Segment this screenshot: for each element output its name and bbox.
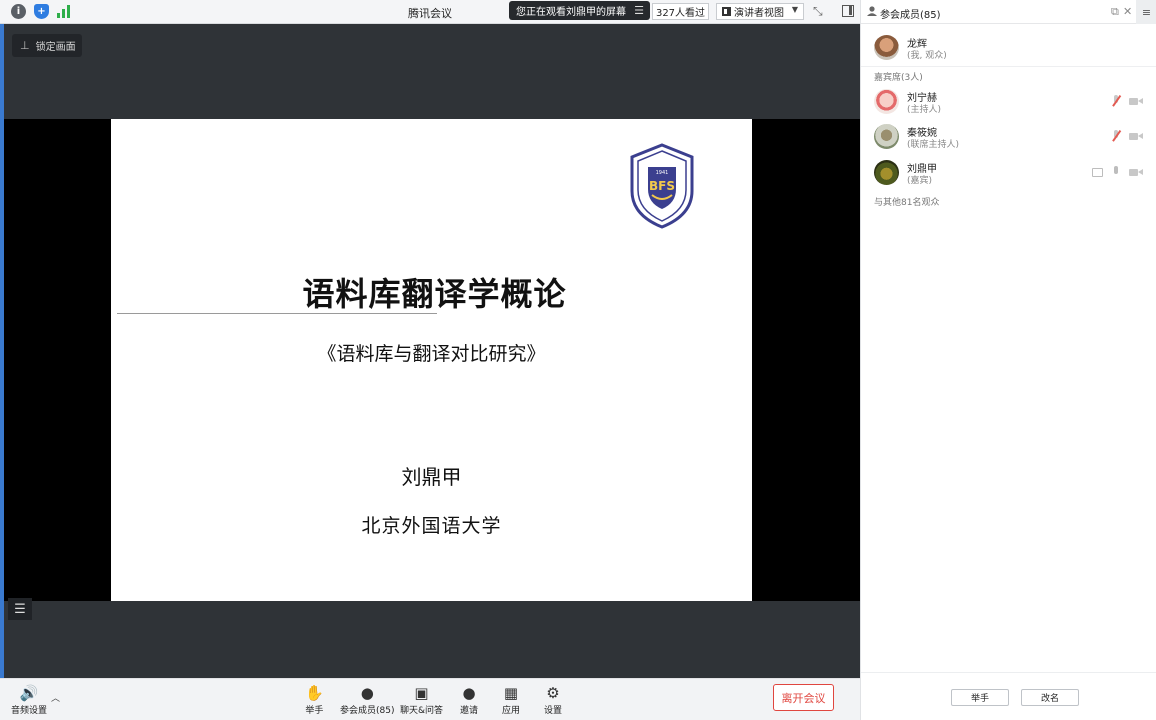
slide-organization: 北京外国语大学 (361, 515, 502, 537)
guest-section-label: 嘉宾席(3人) (874, 73, 923, 83)
members-panel-title: 参会成员(85) (880, 10, 941, 21)
lock-view-label: 锁定画面 (35, 42, 76, 53)
person-icon (867, 6, 877, 16)
member-self[interactable]: 龙辉 (我, 观众) (861, 32, 1156, 64)
member-status-icons (1111, 95, 1143, 107)
meeting-main-area: i + 腾讯会议 您正在观看刘鼎甲的屏幕 ☰ 327人看过 演讲者视图 ▼ ⤡ … (0, 0, 860, 720)
toggle-side-panel-icon[interactable] (842, 5, 854, 17)
avatar (874, 35, 899, 60)
security-shield-icon[interactable]: + (34, 4, 49, 19)
avatar (874, 124, 899, 149)
slide-divider (117, 313, 437, 314)
logo-year: 1941 (656, 170, 669, 176)
raise-hand-button[interactable]: ✋ 举手 (305, 683, 324, 716)
audience-count-label[interactable]: 与其他81名观众 (874, 195, 939, 208)
raise-hand-button[interactable]: 举手 (951, 689, 1009, 706)
chevron-up-icon[interactable]: ︿ (51, 691, 60, 704)
member-role: (联席主持人) (907, 140, 960, 150)
members-label: 参会成员(85) (340, 706, 395, 716)
camera-off-icon (1129, 97, 1143, 106)
panel-divider (861, 66, 1156, 67)
logo-text: BFS (649, 179, 675, 193)
info-icon[interactable]: i (11, 4, 26, 19)
lock-view-button[interactable]: ⊥ 锁定画面 (12, 34, 82, 57)
screen-share-icon (1092, 167, 1103, 177)
settings-label: 设置 (544, 706, 563, 716)
viewer-count[interactable]: 327人看过 (652, 3, 709, 20)
invite-label: 邀请 (460, 706, 479, 716)
apps-label: 应用 (502, 706, 521, 716)
rename-button[interactable]: 改名 (1021, 689, 1079, 706)
avatar (874, 160, 899, 185)
chat-qa-label: 聊天&问答 (400, 706, 444, 716)
mic-muted-icon (1111, 130, 1121, 142)
watching-screen-notice: 您正在观看刘鼎甲的屏幕 ☰ (509, 1, 650, 20)
invite-button[interactable]: ● 邀请 (460, 683, 478, 716)
avatar (874, 89, 899, 114)
meeting-title: 腾讯会议 (408, 7, 452, 20)
speaker-icon: 🔊 (19, 684, 39, 702)
watching-screen-text: 您正在观看刘鼎甲的屏幕 (516, 7, 626, 18)
camera-off-icon (1129, 132, 1143, 141)
close-icon[interactable]: ✕ (1123, 5, 1132, 18)
slide-title: 语料库翻译学概论 (302, 275, 567, 313)
view-mode-select[interactable]: 演讲者视图 ▼ (716, 3, 804, 20)
network-signal-icon[interactable] (56, 4, 70, 18)
menu-list-icon[interactable]: ☰ (8, 598, 32, 620)
person-icon: ● (360, 684, 374, 702)
slide-author: 刘鼎甲 (401, 465, 462, 489)
more-menu-icon[interactable]: ≡ (1136, 0, 1156, 24)
hand-icon: ✋ (305, 684, 324, 702)
leave-meeting-button[interactable]: 离开会议 (773, 684, 834, 711)
member-role: (嘉宾) (907, 176, 933, 186)
meeting-window: i + 腾讯会议 您正在观看刘鼎甲的屏幕 ☰ 327人看过 演讲者视图 ▼ ⤡ … (0, 0, 1156, 720)
mic-icon (1111, 166, 1121, 178)
member-role: (我, 观众) (907, 51, 947, 61)
member-role: (主持人) (907, 105, 942, 115)
chevron-down-icon: ▼ (791, 5, 798, 14)
members-button[interactable]: ● 参会成员(85) (340, 683, 394, 716)
audio-settings-label: 音频设置 (11, 706, 48, 716)
exit-fullscreen-icon[interactable]: ⤡ (813, 4, 823, 19)
view-mode-label: 演讲者视图 (734, 8, 784, 19)
list-icon[interactable]: ☰ (634, 4, 644, 17)
audio-settings-button[interactable]: 🔊 音频设置 (11, 683, 47, 716)
pop-out-icon[interactable]: ⧉ (1111, 5, 1119, 19)
top-bar: i + 腾讯会议 您正在观看刘鼎甲的屏幕 ☰ 327人看过 演讲者视图 ▼ ⤡ (0, 0, 860, 24)
add-person-icon: ● (462, 684, 476, 702)
gear-icon: ⚙ (546, 684, 560, 702)
bottom-toolbar: 🔊 音频设置 ︿ ✋ 举手 ● 参会成员(85) ▣ 聊天&问答 ● 邀请 ▦ (0, 678, 860, 720)
member-guest[interactable]: 刘鼎甲 (嘉宾) (861, 157, 1156, 189)
mic-muted-icon (1111, 95, 1121, 107)
slide-subtitle: 《语料库与翻译对比研究》 (317, 343, 546, 365)
university-logo: 1941 BFS (630, 143, 694, 229)
raise-hand-label: 举手 (305, 706, 324, 716)
pin-icon: ⊥ (20, 39, 30, 52)
member-status-icons (1111, 130, 1143, 142)
apps-button[interactable]: ▦ 应用 (502, 683, 520, 716)
chat-qa-button[interactable]: ▣ 聊天&问答 (400, 683, 443, 716)
layout-icon (722, 7, 731, 16)
member-status-icons (1092, 166, 1143, 178)
presentation-slide: 1941 BFS 语料库翻译学概论 《语料库与翻译对比研究》 刘鼎甲 北京外国语… (111, 119, 752, 601)
settings-button[interactable]: ⚙ 设置 (544, 683, 562, 716)
member-host[interactable]: 刘宁赫 (主持人) (861, 86, 1156, 118)
members-panel-footer: 举手 改名 (861, 672, 1156, 720)
camera-off-icon (1129, 168, 1143, 177)
members-panel-header: 参会成员(85) ⧉ ✕ ≡ (861, 0, 1156, 24)
members-panel: 参会成员(85) ⧉ ✕ ≡ 龙辉 (我, 观众) 嘉宾席(3人) 刘宁赫 (主… (860, 0, 1156, 720)
member-cohost[interactable]: 秦筱婉 (联席主持人) (861, 121, 1156, 153)
apps-grid-icon: ▦ (503, 684, 519, 702)
chat-icon: ▣ (414, 684, 429, 702)
